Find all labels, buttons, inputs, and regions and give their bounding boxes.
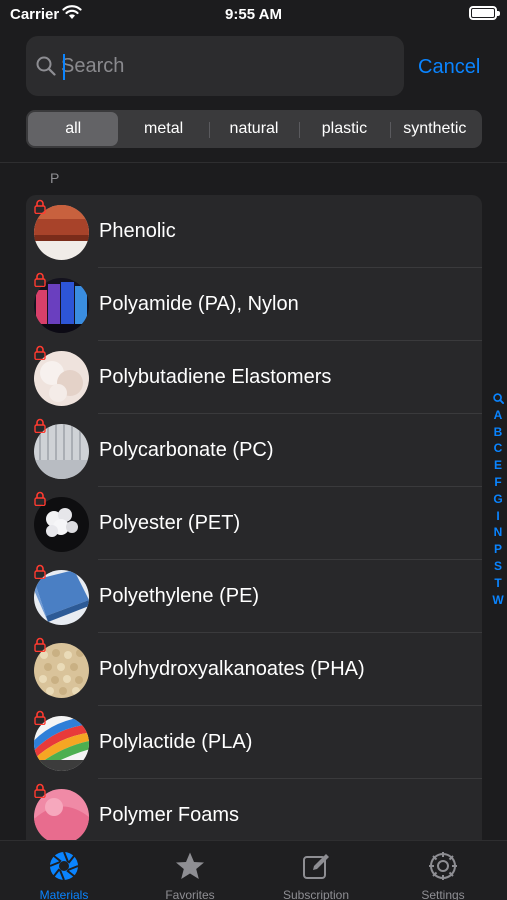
index-letter[interactable]: C	[490, 440, 506, 457]
index-letter[interactable]: F	[490, 474, 506, 491]
lock-icon	[34, 418, 46, 433]
list-item[interactable]: Polycarbonate (PC)	[26, 414, 482, 487]
list-item[interactable]: Polymer Foams	[26, 779, 482, 840]
list-item[interactable]: Polybutadiene Elastomers	[26, 341, 482, 414]
list-item[interactable]: Phenolic	[26, 195, 482, 268]
lock-icon	[34, 491, 46, 506]
list-item[interactable]: Polylactide (PLA)	[26, 706, 482, 779]
tab-settings[interactable]: Settings	[380, 845, 506, 900]
filter-plastic[interactable]: plastic	[299, 112, 389, 146]
tab-materials[interactable]: Materials	[1, 845, 127, 900]
lock-icon	[34, 637, 46, 652]
divider	[0, 162, 507, 163]
battery-icon	[469, 6, 500, 20]
lock-icon	[34, 199, 46, 214]
lock-icon	[34, 345, 46, 360]
status-bar: Carrier 9:55 AM	[0, 0, 507, 30]
search-icon	[36, 56, 56, 76]
list-item[interactable]: Polyhydroxyalkanoates (PHA)	[26, 633, 482, 706]
filter-metal[interactable]: metal	[118, 112, 208, 146]
category-filter: all metal natural plastic synthetic	[26, 110, 482, 148]
lock-icon	[34, 710, 46, 725]
index-letter[interactable]: W	[490, 592, 506, 609]
material-name: Polymer Foams	[99, 804, 240, 826]
clock-label: 9:55 AM	[225, 6, 282, 23]
material-name: Polyester (PET)	[99, 512, 241, 534]
aperture-icon	[49, 851, 79, 881]
tab-subscription[interactable]: Subscription	[253, 845, 379, 900]
tab-favorites[interactable]: Favorites	[127, 845, 253, 900]
index-letter[interactable]: G	[490, 491, 506, 508]
list-item[interactable]: Polyamide (PA), Nylon	[26, 268, 482, 341]
index-search-icon[interactable]	[490, 390, 506, 407]
index-letter[interactable]: S	[490, 558, 506, 575]
tab-label: Subscription	[282, 888, 350, 900]
index-letter[interactable]: E	[490, 457, 506, 474]
material-name: Polyamide (PA), Nylon	[99, 293, 299, 315]
section-index[interactable]: A B C E F G I N P S T W	[490, 390, 506, 608]
lock-icon	[34, 272, 46, 287]
list-item[interactable]: Polyethylene (PE)	[26, 560, 482, 633]
star-icon	[176, 852, 204, 879]
material-name: Polyethylene (PE)	[99, 585, 260, 607]
material-name: Polybutadiene Elastomers	[99, 366, 332, 388]
index-letter[interactable]: P	[490, 541, 506, 558]
index-letter[interactable]: A	[490, 407, 506, 424]
material-name: Polylactide (PLA)	[99, 731, 253, 753]
index-letter[interactable]: B	[490, 424, 506, 441]
tab-label: Settings	[421, 888, 465, 900]
material-name: Polyhydroxyalkanoates (PHA)	[99, 658, 365, 680]
lock-icon	[34, 564, 46, 579]
index-letter[interactable]: I	[490, 508, 506, 525]
tab-label: Materials	[39, 888, 89, 900]
search-input[interactable]	[61, 50, 391, 82]
filter-natural[interactable]: natural	[208, 112, 299, 146]
index-letter[interactable]: N	[490, 524, 506, 541]
tab-label: Favorites	[165, 888, 215, 900]
text-cursor	[63, 54, 65, 80]
filter-all[interactable]: all	[28, 112, 119, 146]
cancel-button[interactable]: Cancel	[418, 56, 480, 79]
section-header: P	[50, 170, 60, 186]
index-letter[interactable]: T	[490, 575, 506, 592]
search-bar[interactable]	[26, 36, 404, 96]
list-item[interactable]: Polyester (PET)	[26, 487, 482, 560]
material-name: Phenolic	[99, 220, 176, 242]
lock-icon	[34, 783, 46, 798]
edit-icon	[303, 854, 329, 879]
gear-icon	[429, 852, 457, 880]
material-name: Polycarbonate (PC)	[99, 439, 274, 461]
materials-list: Phenolic Polyamide (PA), Nylon Polybutad…	[26, 195, 482, 840]
filter-synthetic[interactable]: synthetic	[389, 112, 480, 146]
tab-bar: Materials Favorites Subscription Setting…	[0, 840, 507, 900]
